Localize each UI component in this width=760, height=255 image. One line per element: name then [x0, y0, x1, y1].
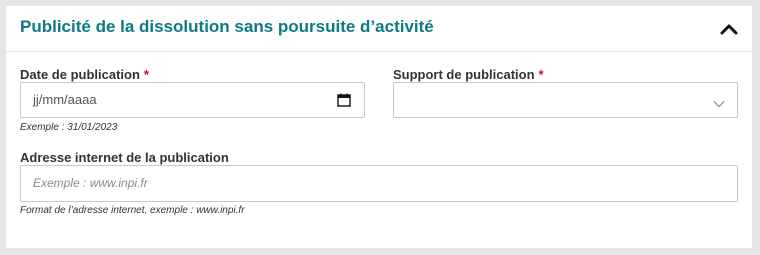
date-publication-label: Date de publication * — [20, 67, 149, 82]
collapse-section-button[interactable] — [716, 18, 742, 40]
support-publication-select[interactable] — [393, 82, 738, 118]
calendar-icon[interactable] — [337, 93, 351, 112]
url-publication-placeholder: Exemple : www.inpi.fr — [33, 176, 148, 190]
required-marker: * — [538, 67, 544, 82]
date-publication-placeholder: jj/mm/aaaa — [33, 92, 97, 107]
chevron-down-icon — [713, 95, 725, 113]
url-publication-label: Adresse internet de la publication — [20, 150, 229, 165]
section-title: Publicité de la dissolution sans poursui… — [20, 17, 434, 36]
url-publication-input[interactable]: Exemple : www.inpi.fr — [20, 165, 738, 202]
section-header[interactable]: Publicité de la dissolution sans poursui… — [6, 6, 752, 52]
support-publication-label: Support de publication * — [393, 67, 544, 82]
date-publication-input[interactable]: jj/mm/aaaa — [20, 82, 365, 118]
url-publication-hint: Format de l’adresse internet, exemple : … — [20, 205, 245, 216]
date-publication-label-text: Date de publication — [20, 67, 140, 82]
required-marker: * — [143, 67, 149, 82]
chevron-up-icon — [720, 24, 738, 35]
publication-section-card: Publicité de la dissolution sans poursui… — [6, 6, 752, 248]
date-publication-hint: Exemple : 31/01/2023 — [20, 122, 118, 133]
support-publication-label-text: Support de publication — [393, 67, 535, 82]
